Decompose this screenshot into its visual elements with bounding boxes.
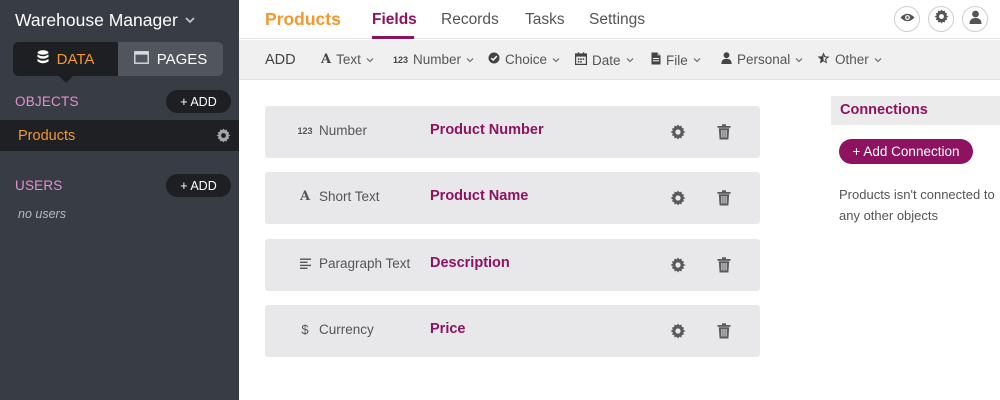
- tab-settings[interactable]: Settings: [589, 11, 645, 29]
- currency-icon: $: [301, 322, 309, 337]
- chevron-down-icon: [626, 56, 634, 64]
- person-icon: [721, 52, 732, 67]
- users-heading: USERS: [15, 178, 63, 193]
- trash-icon[interactable]: [717, 323, 733, 339]
- trash-icon[interactable]: [717, 190, 733, 206]
- settings-button[interactable]: [928, 6, 954, 32]
- sidebar: Warehouse Manager DATA PAGES OBJECTS + A…: [0, 0, 239, 400]
- trash-icon[interactable]: [717, 124, 733, 140]
- add-date-field-menu[interactable]: Date: [575, 52, 634, 68]
- app-title-menu[interactable]: Warehouse Manager: [15, 8, 196, 32]
- field-card-description[interactable]: Paragraph Text Description: [265, 239, 760, 291]
- add-object-button[interactable]: + ADD: [166, 90, 231, 113]
- field-name: Product Name: [430, 188, 529, 204]
- tool-label: File: [666, 52, 688, 68]
- tab-tasks[interactable]: Tasks: [525, 11, 565, 29]
- add-connection-button[interactable]: + Add Connection: [839, 139, 973, 164]
- user-icon: [969, 10, 982, 29]
- chevron-down-icon: [795, 56, 803, 64]
- tab-fields[interactable]: Fields: [372, 11, 417, 29]
- field-type-label: Currency: [319, 322, 374, 337]
- breadcrumb[interactable]: Products: [265, 9, 341, 30]
- sidebar-item-products[interactable]: Products: [0, 120, 239, 151]
- tool-label: Personal: [737, 52, 791, 67]
- tool-label: Number: [413, 52, 462, 67]
- field-type: $ Currency: [298, 322, 374, 337]
- field-name: Description: [430, 255, 510, 271]
- file-icon: [651, 52, 661, 68]
- paragraph-icon: [298, 258, 312, 269]
- top-nav: Products Fields Records Tasks Settings: [239, 0, 1000, 39]
- connections-empty-text: Products isn't connected to any other ob…: [839, 187, 995, 223]
- field-type-toolbar: ADD A Text 123 Number Choice Date File P…: [239, 40, 1000, 80]
- field-type: A Short Text: [298, 189, 380, 204]
- eye-icon: [899, 10, 915, 28]
- add-text-field-menu[interactable]: A Text: [321, 52, 374, 67]
- calendar-icon: [575, 52, 588, 68]
- field-card-price[interactable]: $ Currency Price: [265, 305, 760, 357]
- field-type-label: Short Text: [319, 189, 380, 204]
- tool-label: Choice: [505, 52, 548, 67]
- tab-records[interactable]: Records: [441, 11, 499, 29]
- active-tab-indicator: [372, 36, 414, 39]
- chevron-down-icon: [466, 56, 474, 64]
- objects-heading: OBJECTS: [15, 94, 79, 109]
- number-icon: 123: [393, 54, 409, 65]
- gear-icon[interactable]: [670, 323, 686, 339]
- field-card-product-number[interactable]: 123 Number Product Number: [265, 106, 760, 158]
- data-tab-label: DATA: [56, 50, 95, 68]
- text-icon: A: [299, 189, 311, 204]
- number-icon: 123: [297, 125, 313, 136]
- sidebar-item-label: Products: [18, 127, 76, 144]
- field-type: 123 Number: [297, 123, 368, 138]
- pages-icon: [133, 50, 149, 68]
- add-label: ADD: [265, 52, 296, 68]
- text-icon: A: [321, 52, 332, 67]
- chevron-down-icon: [693, 56, 701, 64]
- database-icon: [37, 50, 49, 68]
- gear-icon[interactable]: [216, 128, 231, 143]
- add-other-field-menu[interactable]: Other: [817, 52, 882, 67]
- field-name: Product Number: [430, 122, 544, 138]
- field-name: Price: [430, 321, 466, 337]
- gear-icon: [933, 9, 949, 29]
- gear-icon[interactable]: [670, 124, 686, 140]
- add-choice-field-menu[interactable]: Choice: [488, 52, 560, 67]
- chevron-down-icon: [874, 56, 882, 64]
- add-user-button[interactable]: + ADD: [166, 174, 231, 197]
- tool-label: Text: [336, 52, 361, 67]
- field-type-label: Number: [319, 123, 368, 138]
- chevron-down-icon: [366, 56, 374, 64]
- no-users-text: no users: [18, 207, 66, 221]
- gear-icon[interactable]: [670, 190, 686, 206]
- chevron-down-icon: [552, 56, 560, 64]
- pages-tab[interactable]: PAGES: [118, 42, 223, 76]
- account-button[interactable]: [962, 6, 988, 32]
- chevron-down-icon: [184, 14, 196, 26]
- star-icon: [817, 52, 830, 67]
- field-type-label: Paragraph Text: [319, 256, 411, 271]
- add-file-field-menu[interactable]: File: [651, 52, 701, 68]
- trash-icon[interactable]: [717, 257, 733, 273]
- preview-button[interactable]: [894, 6, 920, 32]
- connections-header: Connections: [831, 96, 1000, 125]
- add-personal-field-menu[interactable]: Personal: [721, 52, 803, 67]
- field-type: Paragraph Text: [298, 256, 410, 271]
- data-pages-toggle: DATA PAGES: [13, 42, 223, 83]
- gear-icon[interactable]: [670, 257, 686, 273]
- tool-label: Other: [835, 52, 869, 67]
- tool-label: Date: [592, 52, 621, 68]
- field-card-product-name[interactable]: A Short Text Product Name: [265, 172, 760, 224]
- add-number-field-menu[interactable]: 123 Number: [393, 52, 474, 67]
- connections-title: Connections: [840, 102, 928, 118]
- check-circle-icon: [488, 52, 500, 67]
- data-tab[interactable]: DATA: [13, 42, 118, 83]
- pages-tab-label: PAGES: [156, 50, 208, 68]
- app-title: Warehouse Manager: [15, 9, 178, 30]
